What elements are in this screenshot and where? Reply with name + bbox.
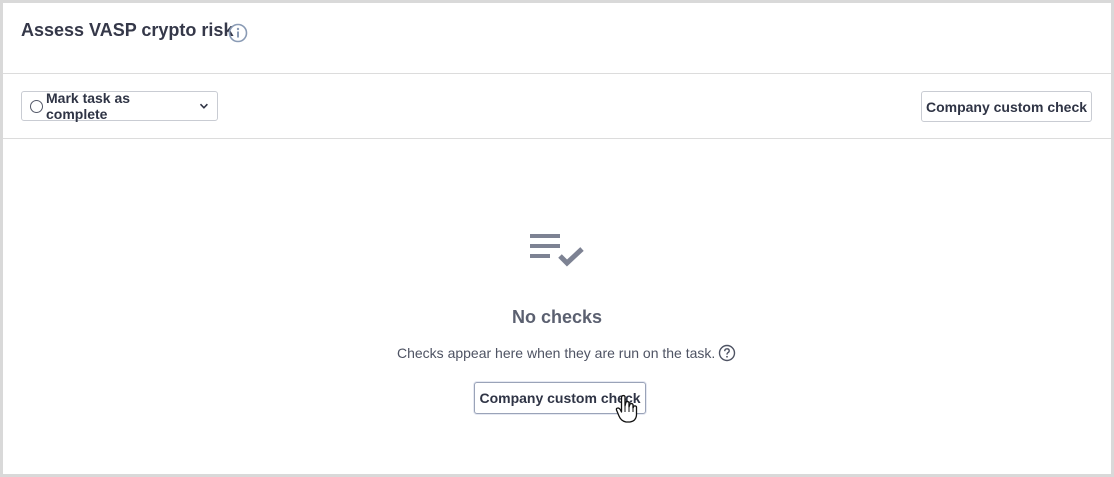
circle-icon — [30, 99, 43, 113]
question-icon[interactable] — [718, 344, 736, 362]
company-custom-check-button[interactable]: Company custom check — [921, 91, 1092, 122]
page-title: Assess VASP crypto risk — [21, 20, 234, 40]
empty-state-text: Checks appear here when they are run on … — [397, 345, 716, 361]
hand-cursor-icon — [615, 394, 638, 423]
mark-task-complete-label: Mark task as complete — [46, 90, 131, 122]
empty-state-title: No checks — [511, 307, 603, 327]
empty-state: No checks Checks appear here when they a… — [3, 139, 1111, 474]
chevron-down-icon — [200, 103, 209, 109]
mark-task-complete-dropdown[interactable]: Mark task as complete — [21, 90, 218, 122]
task-panel: Assess VASP crypto risk Mark task as com… — [0, 0, 1114, 477]
checklist-icon — [530, 234, 584, 267]
task-toolbar: Mark task as complete Company custom che… — [3, 74, 1111, 139]
panel-header: Assess VASP crypto risk — [3, 3, 1111, 74]
info-icon[interactable] — [228, 23, 248, 43]
empty-state-description: Checks appear here when they are run on … — [397, 344, 736, 362]
